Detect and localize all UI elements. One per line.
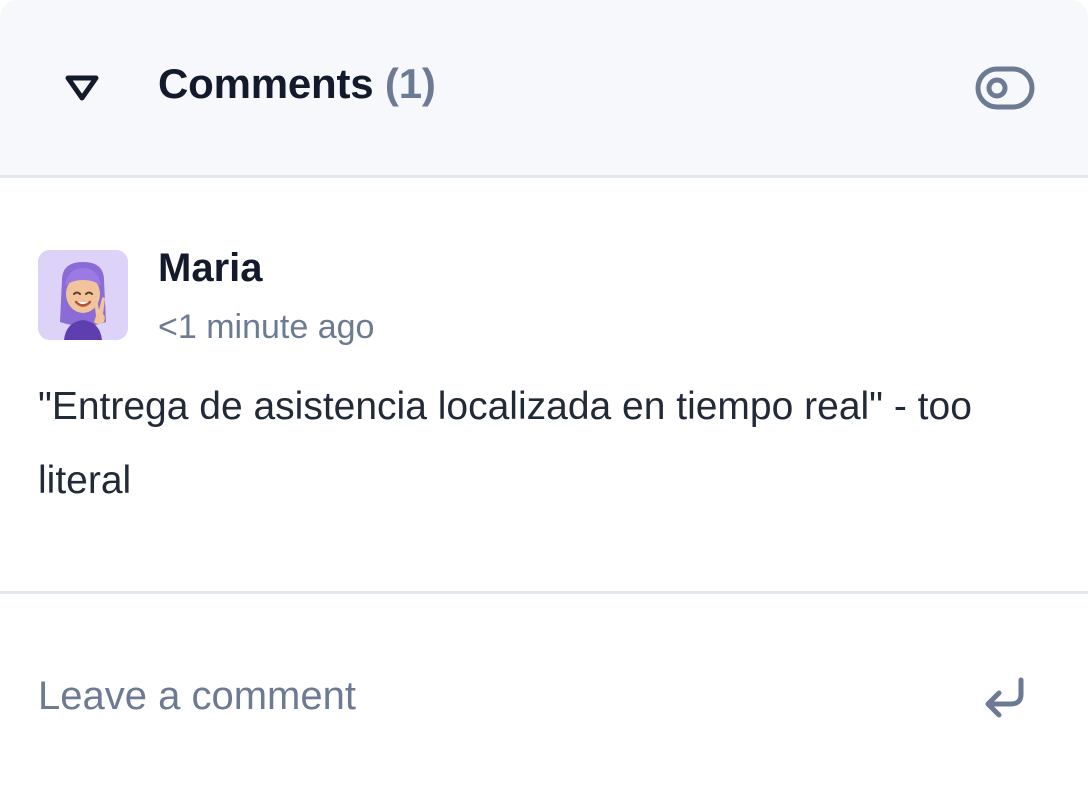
comment-text: "Entrega de asistencia localizada en tie… — [38, 385, 972, 502]
comments-count: (1) — [384, 60, 436, 107]
enter-return-icon — [985, 677, 1024, 718]
comments-header: Comments (1) — [0, 0, 1088, 178]
comments-title-label: Comments — [158, 60, 374, 107]
visibility-toggle-button[interactable] — [970, 62, 1040, 114]
comments-title: Comments (1) — [158, 60, 436, 108]
memoji-avatar-icon — [38, 250, 128, 340]
comment-author: Maria — [158, 246, 263, 290]
comment-composer — [0, 597, 1088, 799]
collapse-button[interactable] — [56, 66, 108, 110]
toggle-eye-icon — [975, 66, 1035, 110]
comment-item: Maria <1 minute ago "Entrega de asistenc… — [0, 178, 1088, 594]
triangle-down-icon — [65, 75, 99, 101]
comment-timestamp: <1 minute ago — [158, 308, 375, 346]
comments-panel: Comments (1) Maria <1 minute ago "Entreg… — [0, 0, 1088, 799]
avatar[interactable] — [38, 250, 128, 340]
comment-input[interactable] — [38, 661, 918, 731]
submit-comment-button[interactable] — [972, 667, 1036, 727]
